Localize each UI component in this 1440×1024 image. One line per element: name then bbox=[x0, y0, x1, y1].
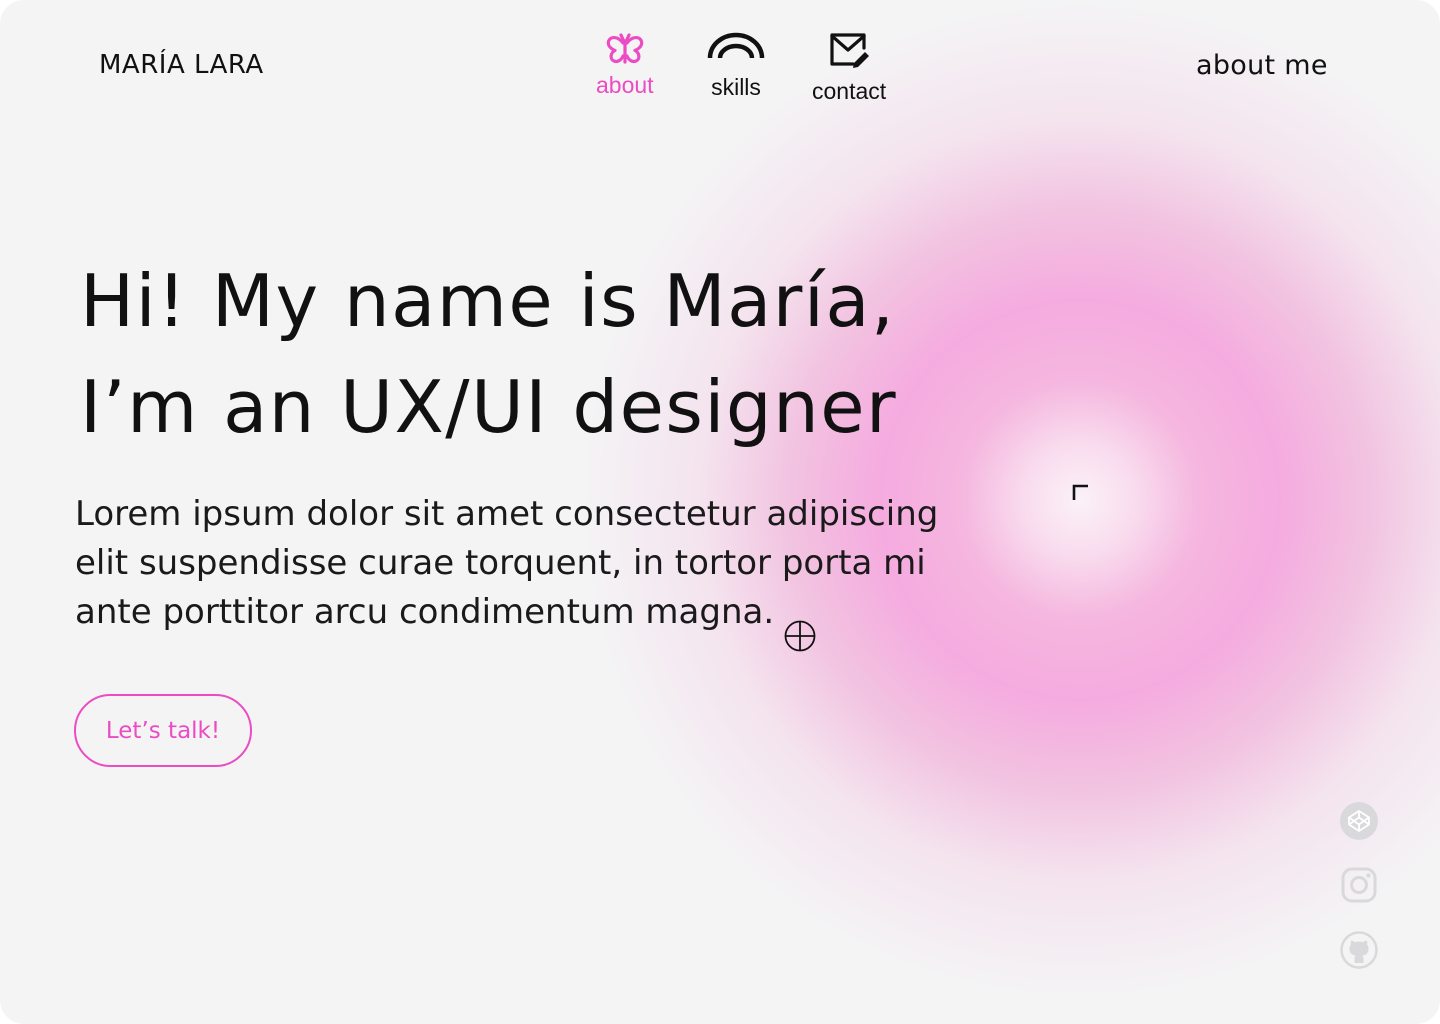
github-icon[interactable] bbox=[1340, 931, 1378, 969]
butterfly-icon bbox=[603, 32, 647, 72]
lets-talk-button[interactable]: Let’s talk! bbox=[74, 694, 252, 767]
nav-label-skills: skills bbox=[711, 74, 761, 100]
corner-bracket-icon bbox=[1072, 484, 1090, 506]
crosshair-cursor-icon bbox=[783, 619, 817, 657]
instagram-icon[interactable] bbox=[1340, 866, 1378, 904]
mail-edit-icon bbox=[826, 32, 872, 72]
about-me-link[interactable]: about me bbox=[1196, 50, 1328, 81]
nav-item-contact[interactable]: contact bbox=[812, 32, 886, 105]
nav-item-skills[interactable]: skills bbox=[706, 32, 766, 101]
headline-line-1: Hi! My name is María, bbox=[80, 259, 896, 343]
nav-item-about[interactable]: about bbox=[596, 32, 654, 99]
headline-line-2: I’m an UX/UI designer bbox=[80, 365, 898, 449]
rainbow-arc-icon bbox=[706, 32, 766, 72]
site-logo[interactable]: MARÍA LARA bbox=[99, 50, 264, 80]
codepen-icon[interactable] bbox=[1340, 802, 1378, 840]
nav-label-about: about bbox=[596, 72, 654, 98]
nav-label-contact: contact bbox=[812, 78, 887, 104]
hero-description: Lorem ipsum dolor sit amet consectetur a… bbox=[75, 494, 939, 632]
hero-headline: Hi! My name is María, I’m an UX/UI desig… bbox=[80, 248, 980, 460]
portfolio-page: MARÍA LARA about skills contact about me… bbox=[0, 0, 1440, 1024]
